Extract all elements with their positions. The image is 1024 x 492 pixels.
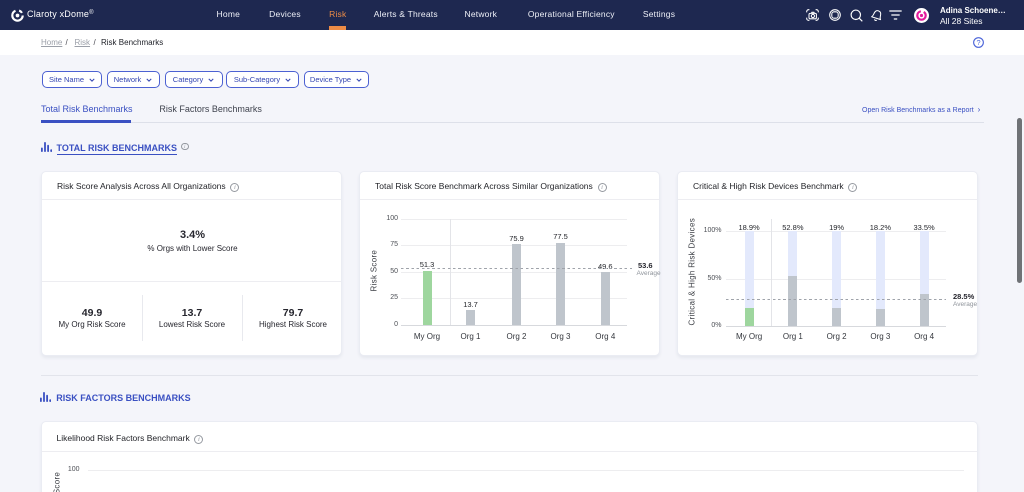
- svg-text:?: ?: [976, 37, 980, 46]
